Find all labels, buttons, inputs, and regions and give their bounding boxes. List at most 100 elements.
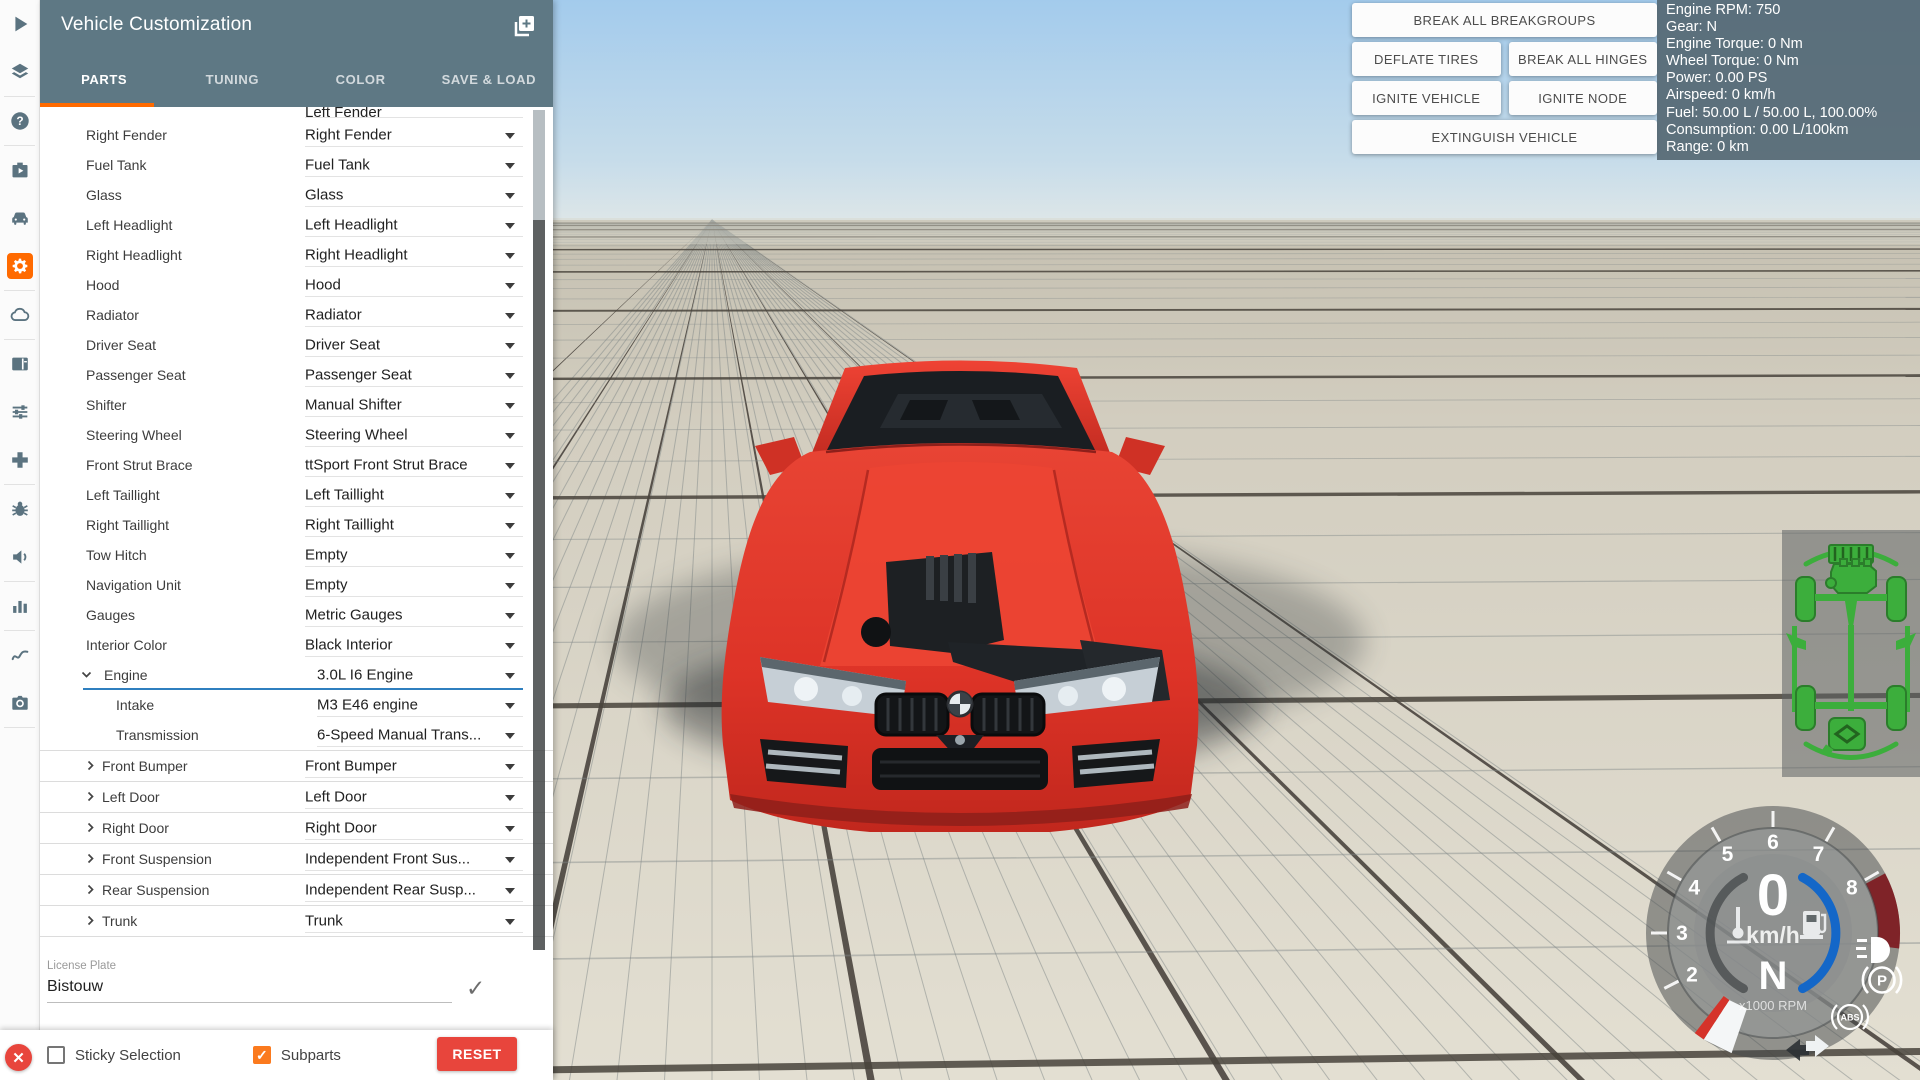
sidebar-item-debug[interactable] <box>0 485 40 533</box>
part-label: Radiator <box>86 307 139 323</box>
part-label: Shifter <box>86 397 126 413</box>
part-row: Right FenderRight Fender <box>40 120 553 150</box>
part-select[interactable]: Empty <box>305 577 521 594</box>
part-select[interactable]: Radiator <box>305 307 521 324</box>
sidebar-item-vehicles[interactable] <box>0 194 40 242</box>
ignite-node-button[interactable]: IGNITE NODE <box>1509 81 1658 115</box>
part-row: Radiator Radiator <box>40 300 553 330</box>
part-select[interactable]: Glass <box>305 187 521 204</box>
sticky-selection-checkbox[interactable] <box>47 1046 65 1064</box>
svg-text:?: ? <box>16 114 23 128</box>
part-expander[interactable] <box>84 852 97 865</box>
part-expander[interactable] <box>84 883 97 896</box>
dropdown-underline <box>305 266 523 267</box>
tab-parts[interactable]: PARTS <box>40 52 168 107</box>
part-select[interactable]: Right Fender <box>305 127 521 144</box>
dropdown-underline <box>305 596 523 597</box>
close-icon[interactable]: ✕ <box>5 1044 32 1071</box>
scrollbar-thumb[interactable] <box>533 110 545 220</box>
part-select[interactable]: 3.0L I6 Engine <box>317 667 521 684</box>
dropdown-underline <box>305 416 523 417</box>
vehicle-stat-line: Airspeed: 0 km/h <box>1666 87 1914 104</box>
scrollbar-track[interactable] <box>533 220 545 950</box>
part-select[interactable]: Metric Gauges <box>305 607 521 624</box>
ignite-vehicle-button[interactable]: IGNITE VEHICLE <box>1352 81 1501 115</box>
dropdown-caret-icon <box>505 163 515 169</box>
part-select[interactable]: Left Headlight <box>305 217 521 234</box>
part-select[interactable]: Right Door <box>305 820 521 837</box>
part-select[interactable]: Fuel Tank <box>305 157 521 174</box>
sidebar-item-play[interactable] <box>0 0 40 48</box>
part-select[interactable]: Passenger Seat <box>305 367 521 384</box>
extinguish-vehicle-button[interactable]: EXTINGUISH VEHICLE <box>1352 120 1657 154</box>
parts-scrollbar[interactable] <box>533 110 545 950</box>
part-expander[interactable] <box>84 759 97 772</box>
sidebar-item-help[interactable]: ? <box>0 97 40 145</box>
sidebar-item-online[interactable] <box>0 291 40 339</box>
part-select[interactable]: Driver Seat <box>305 337 521 354</box>
chevron-right-icon <box>84 914 97 927</box>
sidebar-item-apps[interactable] <box>0 340 40 388</box>
sidebar-item-audio[interactable] <box>0 533 40 581</box>
sidebar-item-tuning[interactable] <box>0 388 40 436</box>
part-select[interactable]: Right Taillight <box>305 517 521 534</box>
part-expander[interactable] <box>84 790 97 803</box>
break-all-hinges-button[interactable]: BREAK ALL HINGES <box>1509 42 1658 76</box>
part-select[interactable]: Manual Shifter <box>305 397 521 414</box>
tab-save-load[interactable]: SAVE & LOAD <box>425 52 553 107</box>
license-plate-input[interactable] <box>47 978 452 1003</box>
speed-unit: km/h <box>1746 922 1800 948</box>
dropdown-caret-icon <box>505 826 515 832</box>
part-select[interactable]: Hood <box>305 277 521 294</box>
part-select[interactable]: ttSport Front Strut Brace <box>305 457 521 474</box>
part-select[interactable]: Left Fender <box>305 107 521 120</box>
part-label: Navigation Unit <box>86 577 181 593</box>
sidebar-item-scenarios[interactable] <box>0 146 40 194</box>
part-select[interactable]: Independent Front Sus... <box>305 851 521 868</box>
part-expander[interactable] <box>84 914 97 927</box>
dropdown-caret-icon <box>505 613 515 619</box>
part-select[interactable]: M3 E46 engine <box>317 697 521 714</box>
sidebar-item-controls[interactable] <box>0 436 40 484</box>
part-select[interactable]: Trunk <box>305 913 521 930</box>
subparts-checkbox[interactable]: ✓ <box>253 1046 271 1064</box>
dropdown-caret-icon <box>505 733 515 739</box>
sidebar-item-gestures[interactable] <box>0 631 40 679</box>
deflate-tires-button[interactable]: DEFLATE TIRES <box>1352 42 1501 76</box>
tab-tuning[interactable]: TUNING <box>168 52 296 107</box>
dropdown-caret-icon <box>505 403 515 409</box>
tab-color[interactable]: COLOR <box>297 52 425 107</box>
part-select[interactable]: Independent Rear Susp... <box>305 882 521 899</box>
sidebar-item-layers[interactable] <box>0 48 40 96</box>
part-row: Trunk Trunk <box>40 905 553 937</box>
part-select[interactable]: Black Interior <box>305 637 521 654</box>
part-label: Trunk <box>102 913 137 929</box>
dropdown-underline <box>305 808 523 809</box>
sidebar-item-performance[interactable] <box>0 582 40 630</box>
part-expander[interactable] <box>80 668 93 681</box>
part-select[interactable]: Steering Wheel <box>305 427 521 444</box>
part-select[interactable]: 6-Speed Manual Trans... <box>317 727 521 744</box>
part-label: Front Strut Brace <box>86 457 193 473</box>
part-select[interactable]: Right Headlight <box>305 247 521 264</box>
part-select[interactable]: Left Door <box>305 789 521 806</box>
reset-button[interactable]: RESET <box>437 1037 517 1071</box>
apply-plate-check-icon[interactable]: ✓ <box>466 975 485 1002</box>
dropdown-underline <box>305 870 523 871</box>
part-select[interactable]: Left Taillight <box>305 487 521 504</box>
dropdown-caret-icon <box>505 764 515 770</box>
dropdown-caret-icon <box>505 343 515 349</box>
dropdown-underline <box>305 901 523 902</box>
panel-header: Vehicle Customization <box>40 0 553 52</box>
dropdown-caret-icon <box>505 523 515 529</box>
sidebar-item-settings[interactable] <box>0 242 40 290</box>
part-select[interactable]: Front Bumper <box>305 758 521 775</box>
add-window-icon[interactable] <box>509 11 539 41</box>
part-select[interactable]: Empty <box>305 547 521 564</box>
part-expander[interactable] <box>84 821 97 834</box>
break-all-breakgroups-button[interactable]: BREAK ALL BREAKGROUPS <box>1352 3 1657 37</box>
dropdown-underline <box>305 176 523 177</box>
part-row: GaugesMetric Gauges <box>40 600 553 630</box>
dropdown-underline <box>305 777 523 778</box>
sidebar-item-camera[interactable] <box>0 679 40 727</box>
